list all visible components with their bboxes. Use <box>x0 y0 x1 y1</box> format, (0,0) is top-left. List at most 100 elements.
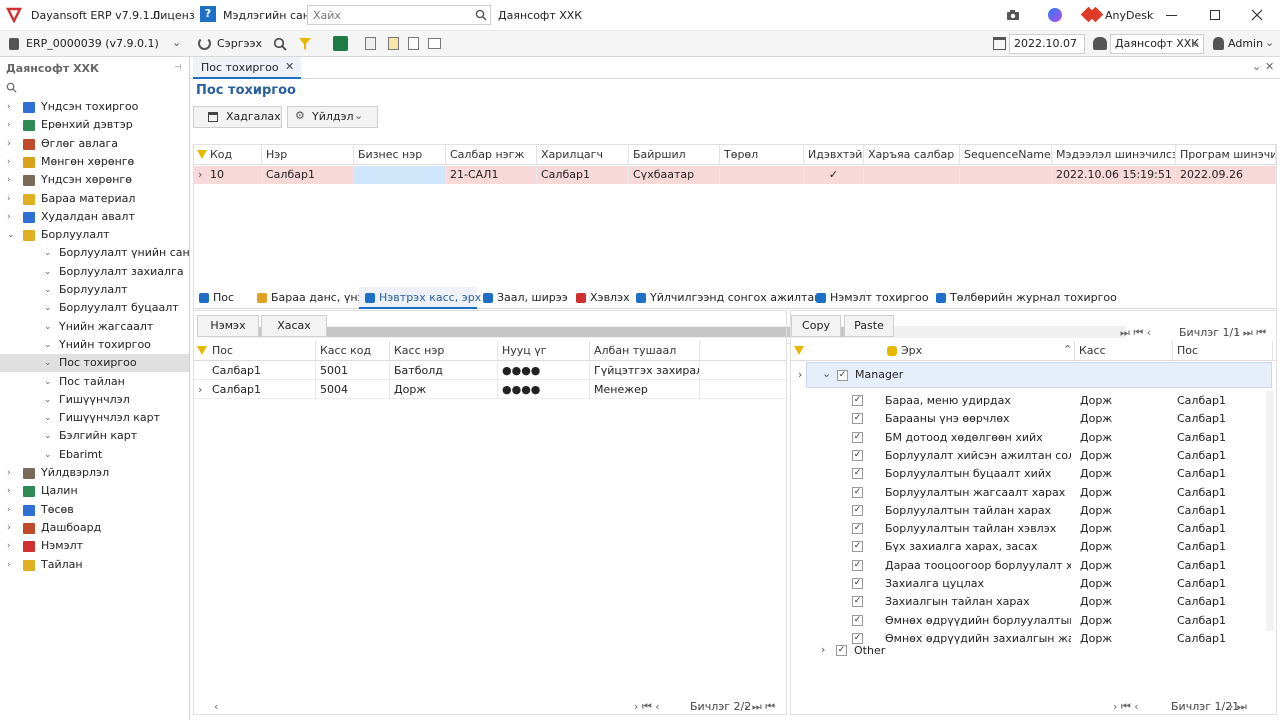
minimize-icon[interactable] <box>1166 15 1177 16</box>
chevron-down-icon[interactable]: ⌄ <box>1191 36 1200 50</box>
messenger-icon[interactable] <box>1048 8 1062 22</box>
calendar-icon[interactable] <box>993 37 1006 50</box>
sidebar-subitem[interactable]: ⌄ Гишүүнчлэл <box>0 391 189 409</box>
column-header[interactable]: Нууц үг <box>498 341 590 361</box>
column-header[interactable]: Нэр <box>262 145 354 165</box>
column-header[interactable]: Харилцагч <box>537 145 629 165</box>
add-button[interactable]: Нэмэх <box>197 315 259 337</box>
anydesk-label[interactable]: AnyDesk <box>1105 9 1153 23</box>
table-cell[interactable] <box>720 166 804 184</box>
sidebar-item[interactable]: ⌄ Борлуулалт <box>0 226 189 244</box>
table-cell[interactable]: Салбар1 <box>262 166 354 184</box>
chevron-right-icon[interactable]: › <box>7 537 15 555</box>
table-cell[interactable]: 10 <box>206 166 262 184</box>
column-header[interactable]: Пос <box>1173 341 1273 361</box>
chevron-down-icon[interactable]: ⌄ <box>1252 60 1261 74</box>
detail-tab[interactable]: Пос <box>193 287 251 309</box>
table-row[interactable]: Салбар1 5001 Батболд ●●●● Гүйцэтгэх захирал <box>194 362 786 380</box>
checkbox[interactable]: ✓ <box>852 523 863 535</box>
chevron-right-icon[interactable]: › <box>798 368 802 382</box>
chevron-right-icon[interactable]: › <box>7 116 15 134</box>
column-header[interactable]: Бизнес нэр <box>354 145 446 165</box>
vertical-scrollbar[interactable] <box>1266 391 1274 631</box>
form-icon[interactable] <box>428 38 441 49</box>
search-icon[interactable] <box>273 37 287 51</box>
column-header[interactable]: Салбар нэгж <box>446 145 537 165</box>
chevron-right-icon[interactable]: › <box>7 153 15 171</box>
doc-icon[interactable] <box>408 37 419 50</box>
close-tab-icon[interactable]: ✕ <box>285 60 294 74</box>
filter-icon[interactable] <box>794 346 804 355</box>
filter-icon[interactable] <box>197 346 207 355</box>
permission-row[interactable]: ✓ Барааны үнэ өөрчлөх Дорж Салбар1 <box>791 410 1271 428</box>
sidebar-item[interactable]: › Бараа материал <box>0 190 189 208</box>
save-button[interactable]: Хадгалах <box>193 106 282 128</box>
sidebar-subitem[interactable]: ⌄ Үнийн жагсаалт <box>0 318 189 336</box>
pin-icon[interactable]: ⊣ <box>174 61 182 75</box>
filter-icon[interactable] <box>298 37 312 51</box>
table-cell[interactable]: 5004 <box>316 381 390 399</box>
column-header[interactable]: Байршил <box>629 145 720 165</box>
database-selector[interactable]: ERP_0000039 (v7.9.0.1) <box>26 37 159 51</box>
column-header[interactable]: Мэдээлэл шинэчилсэн <box>1052 145 1176 165</box>
tab-pos-settings[interactable]: Пос тохиргоо ✕ <box>193 57 301 79</box>
permission-row[interactable]: ✓ БМ дотоод хөдөлгөөн хийх Дорж Салбар1 <box>791 429 1271 447</box>
detail-tab[interactable]: Нэвтрэх касс, эрх <box>359 287 481 309</box>
permission-row[interactable]: ✓ Борлуулалтын буцаалт хийх Дорж Салбар1 <box>791 465 1271 483</box>
knowledge-base-link[interactable]: Мэдлэгийн сан <box>223 9 310 23</box>
chevron-right-icon[interactable]: › <box>7 208 15 226</box>
chevron-right-icon[interactable]: › <box>7 98 15 116</box>
chevron-right-icon[interactable]: › <box>821 643 825 657</box>
search-icon[interactable] <box>6 82 17 93</box>
copy-button[interactable]: Copy <box>791 315 841 337</box>
checkbox[interactable]: ✓ <box>852 614 863 626</box>
chevron-down-icon[interactable]: ⌄ <box>172 36 181 50</box>
permission-row[interactable]: ✓ Захиалгын тайлан харах Дорж Салбар1 <box>791 593 1271 611</box>
group-row-other[interactable]: › ✓ Other <box>806 641 1272 661</box>
sidebar-item[interactable]: › Ерөнхий дэвтэр <box>0 116 189 134</box>
table-row[interactable]: › 10 Салбар1 21-САЛ1 Салбар1 Сүхбаатар ✓ 2022.1… <box>194 166 1276 184</box>
detail-tab[interactable]: Төлбөрийн журнал тохиргоо <box>930 287 1117 309</box>
column-header[interactable]: SequenceName <box>960 145 1052 165</box>
sidebar-subitem[interactable]: ⌄ Борлуулалт буцаалт <box>0 299 189 317</box>
permission-row[interactable]: ✓ Бараа, меню удирдах Дорж Салбар1 <box>791 392 1271 410</box>
camera-icon[interactable] <box>1006 9 1020 21</box>
search-icon[interactable] <box>475 9 487 21</box>
pager-nav[interactable]: › ⏭ <box>1229 699 1247 715</box>
checkbox[interactable]: ✓ <box>852 504 863 516</box>
detail-tab[interactable]: Бараа данс, үнэ <box>251 287 364 309</box>
table-cell[interactable]: 21-САЛ1 <box>446 166 537 184</box>
sidebar-subitem[interactable]: ⌄ Ebarimt <box>0 446 189 464</box>
checkbox[interactable]: ✓ <box>852 449 863 461</box>
chevron-down-icon[interactable]: ⌄ <box>7 226 15 244</box>
column-header[interactable]: Код <box>206 145 262 165</box>
user-name[interactable]: Admin <box>1228 37 1263 51</box>
column-header[interactable]: Харъяа салбар <box>864 145 960 165</box>
permission-row[interactable]: ✓ Дараа тооцоогоор борлуулалт хийх Дорж Сал… <box>791 557 1271 575</box>
column-header[interactable]: Касс <box>1075 341 1173 361</box>
refresh-button[interactable]: Сэргээх <box>217 37 262 51</box>
group-row-manager[interactable]: › ⌄ ✓ Manager <box>798 362 1272 388</box>
sidebar-item[interactable]: › Худалдан авалт <box>0 208 189 226</box>
column-header[interactable]: Төрөл <box>720 145 804 165</box>
table-cell[interactable]: Дорж <box>390 381 498 399</box>
remove-button[interactable]: Хасах <box>261 315 327 337</box>
detail-tab[interactable]: Хэвлэх <box>570 287 630 309</box>
sidebar-item[interactable]: › Үйлдвэрлэл <box>0 464 189 482</box>
permission-row[interactable]: ✓ Борлуулалт хийсэн ажилтан солих Дорж Салб… <box>791 447 1271 465</box>
sidebar-subitem[interactable]: ⌄ Пос тохиргоо <box>0 354 189 373</box>
table-cell[interactable]: Салбар1 <box>208 381 316 399</box>
close-icon[interactable] <box>1251 9 1263 21</box>
sidebar-item[interactable]: › Төсөв <box>0 501 189 519</box>
table-cell[interactable]: Салбар1 <box>208 362 316 380</box>
close-icon[interactable]: ✕ <box>1265 60 1274 74</box>
chevron-right-icon[interactable]: › <box>7 556 15 574</box>
table-cell[interactable]: Сүхбаатар <box>629 166 720 184</box>
table-cell[interactable] <box>354 166 446 184</box>
table-cell[interactable]: 2022.10.06 15:19:51 <box>1052 166 1176 184</box>
chevron-right-icon[interactable]: › <box>7 171 15 189</box>
refresh-icon[interactable] <box>198 37 211 50</box>
checkbox[interactable]: ✓ <box>852 431 863 443</box>
table-cell[interactable]: 2022.09.26 <box>1176 166 1276 184</box>
checkbox[interactable]: ✓ <box>852 559 863 571</box>
